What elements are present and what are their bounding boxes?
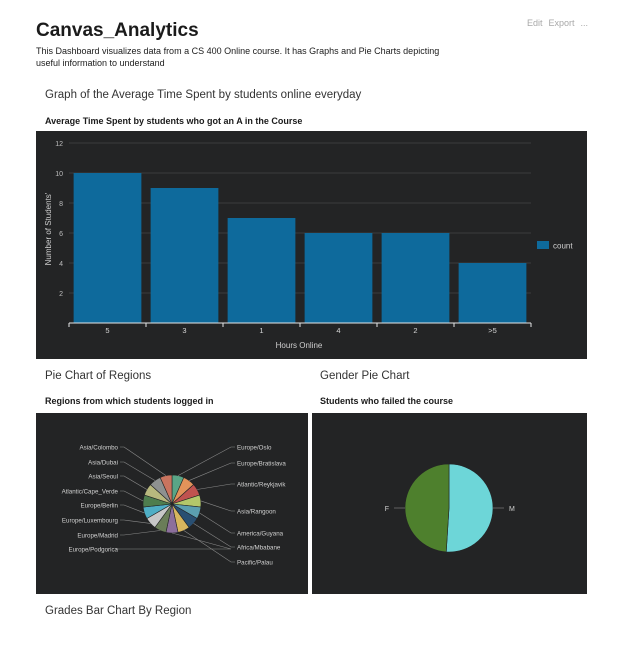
pie-label: Europe/Berlin [81,503,119,510]
pie-label: Europe/Luxembourg [62,518,119,525]
regions-pie-chart: Europe/Oslo Europe/Bratislava Atlantic/Rey… [62,445,287,567]
pie-leader-line [120,504,145,514]
time-panel-title: Graph of the Average Time Spent by stude… [45,89,362,101]
pie-leader-line [177,446,235,476]
pie-leader-line [116,532,232,550]
pie-label: Europe/Podgorica [68,547,118,554]
export-button[interactable]: Export [548,18,574,28]
legend-label: count [553,242,573,251]
pie-leader-line [120,490,144,502]
pie-leader-line [193,523,235,548]
pie-label: Asia/Dubai [88,460,118,467]
y-tick-label: 10 [55,171,63,178]
more-button[interactable]: ... [580,18,588,28]
pie-leader-line [197,483,235,490]
pie-leader-line [120,475,148,490]
pie-label: Africa/Mbabane [237,545,281,552]
bar-3[interactable] [150,188,219,323]
pie-leader-line [120,446,167,476]
pie-label: Atlantic/Reykjavik [237,482,286,489]
bar-4[interactable] [304,233,373,323]
pie-leader-line [120,519,151,524]
x-tick-label: 4 [336,326,340,335]
pie-label: Pacific/Palau [237,560,273,567]
pie-label: Asia/Rangoon [237,509,276,516]
pie-label: Europe/Oslo [237,445,272,452]
gender-panel-title: Gender Pie Chart [320,370,410,382]
x-axis-label: Hours Online [276,341,323,350]
regions-pie-panel: Europe/Oslo Europe/Bratislava Atlantic/Rey… [36,413,308,594]
y-tick-label: 4 [59,261,63,268]
y-tick-label: 8 [59,201,63,208]
x-tick-label: 2 [413,326,417,335]
grades-panel-title: Grades Bar Chart By Region [45,605,192,617]
bar-chart-panel: 2 4 6 8 10 12 5 3 1 4 2 >5 Number of Students' Hou… [36,131,587,359]
y-tick-label: 2 [59,291,63,298]
pie-leader-line [183,530,235,563]
x-tick-label: 3 [182,326,186,335]
pie-label: Asia/Colombo [79,445,118,452]
pie-slice-f[interactable] [404,463,450,553]
y-tick-label: 6 [59,231,63,238]
x-tick-label: 5 [105,326,109,335]
pie-slice-m[interactable] [445,463,494,553]
pie-label: M [509,506,515,513]
regions-chart-title: Regions from which students logged in [45,396,214,406]
bar-chart: 2 4 6 8 10 12 5 3 1 4 2 >5 Number of Students' Hou… [44,141,573,350]
pie-label: Atlantic/Cape_Verde [62,489,119,496]
bar-2[interactable] [381,233,450,323]
regions-panel-title: Pie Chart of Regions [45,370,152,382]
x-tick-label: >5 [488,326,497,335]
bar-5[interactable] [73,173,142,323]
dashboard-description: This Dashboard visualizes data from a CS… [36,46,440,68]
y-tick-label: 12 [55,141,63,148]
bar->5[interactable] [458,263,527,323]
pie-leader-line [120,530,161,536]
pie-label: America/Guyana [237,531,284,538]
gender-pie-panel: MF [312,413,587,594]
page-title: Canvas_Analytics [36,20,199,41]
pie-label: Europe/Bratislava [237,461,286,468]
legend-swatch [537,241,549,249]
x-tick-label: 1 [259,326,263,335]
pie-label: F [385,506,389,513]
bar-1[interactable] [227,218,296,323]
pie-label: Asia/Seoul [88,474,118,481]
pie-leader-line [200,500,235,512]
gender-chart-title: Students who failed the course [320,396,454,406]
gender-pie-chart: MF [385,463,515,553]
pie-leader-line [199,512,235,534]
bar-chart-title: Average Time Spent by students who got a… [45,116,303,126]
edit-button[interactable]: Edit [527,18,543,28]
pie-label: Europe/Madrid [77,533,118,540]
dashboard-menu: Edit Export ... [527,18,588,28]
y-axis-label: Number of Students' [44,192,53,265]
